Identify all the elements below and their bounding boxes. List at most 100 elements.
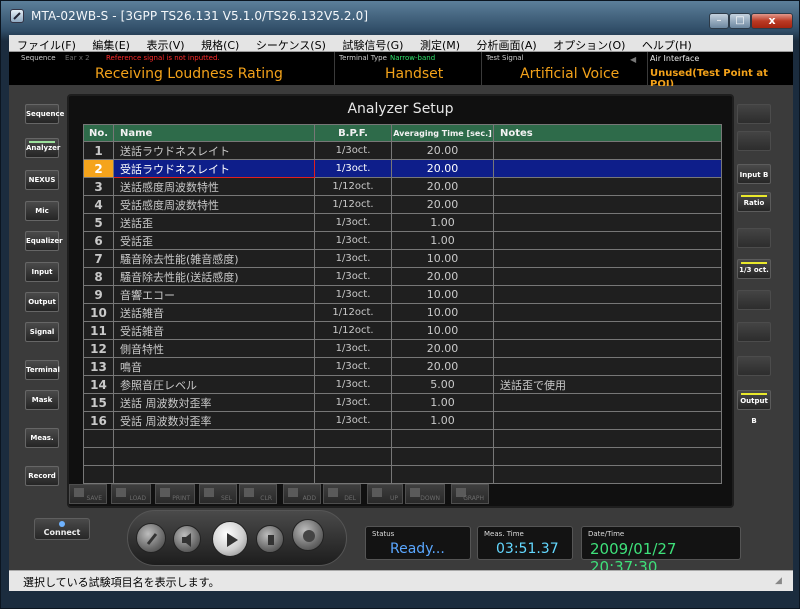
table-row[interactable]: 2 受話ラウドネスレイト 1/3oct. 20.00 (83, 159, 722, 178)
row-notes[interactable] (493, 357, 722, 376)
menu-options[interactable]: オプション(O) (545, 35, 630, 53)
octave-button[interactable]: 1/3 oct. (737, 259, 771, 279)
empty-cell[interactable] (83, 447, 114, 466)
table-row[interactable] (83, 465, 722, 484)
print-button[interactable]: PRINT (155, 484, 195, 504)
table-row[interactable]: 13 鳴音 1/3oct. 20.00 (83, 357, 722, 376)
input-button[interactable]: Input (25, 262, 59, 282)
row-name[interactable]: 参照音圧レベル (113, 375, 315, 394)
empty-cell[interactable] (391, 429, 494, 448)
mic-button[interactable]: Mic (25, 201, 59, 221)
row-number[interactable]: 2 (83, 159, 114, 178)
row-name[interactable]: 送話感度周波数特性 (113, 177, 315, 196)
row-bpf[interactable]: 1/3oct. (314, 159, 392, 178)
row-avg-time[interactable]: 20.00 (391, 141, 494, 160)
row-name[interactable]: 受話雑音 (113, 321, 315, 340)
play-button[interactable] (212, 521, 248, 557)
empty-cell[interactable] (493, 429, 722, 448)
row-notes[interactable] (493, 285, 722, 304)
table-row[interactable]: 6 受話歪 1/3oct. 1.00 (83, 231, 722, 250)
empty-cell[interactable] (113, 447, 315, 466)
row-notes[interactable] (493, 267, 722, 286)
row-number[interactable]: 16 (83, 411, 114, 430)
empty-cell[interactable] (391, 465, 494, 484)
empty-cell[interactable] (83, 429, 114, 448)
row-name[interactable]: 受話感度周波数特性 (113, 195, 315, 214)
row-name[interactable]: 受話ラウドネスレイト (113, 159, 315, 178)
record-transport-button[interactable] (292, 519, 324, 551)
input-b-button[interactable]: Input B (737, 164, 771, 184)
mic-toggle-button[interactable] (136, 523, 166, 553)
menu-view[interactable]: 表示(V) (138, 35, 189, 53)
row-avg-time[interactable]: 20.00 (391, 195, 494, 214)
row-bpf[interactable]: 1/3oct. (314, 267, 392, 286)
row-bpf[interactable]: 1/12oct. (314, 303, 392, 322)
empty-cell[interactable] (314, 447, 392, 466)
equalizer-button[interactable]: Equalizer (25, 231, 63, 251)
row-number[interactable]: 1 (83, 141, 114, 160)
title-bar[interactable]: MTA-02WB-S - [3GPP TS26.131 V5.1.0/TS26.… (1, 1, 800, 31)
signal-button[interactable]: Signal (25, 322, 59, 342)
table-row[interactable]: 5 送話歪 1/3oct. 1.00 (83, 213, 722, 232)
row-bpf[interactable]: 1/3oct. (314, 411, 392, 430)
empty-cell[interactable] (113, 465, 315, 484)
row-notes[interactable] (493, 159, 722, 178)
table-row[interactable]: 4 受話感度周波数特性 1/12oct. 20.00 (83, 195, 722, 214)
row-bpf[interactable]: 1/3oct. (314, 393, 392, 412)
row-number[interactable]: 3 (83, 177, 114, 196)
load-button[interactable]: LOAD (111, 484, 151, 504)
row-name[interactable]: 音響エコー (113, 285, 315, 304)
minimize-button[interactable]: – (709, 13, 729, 29)
menu-edit[interactable]: 編集(E) (84, 35, 135, 53)
row-number[interactable]: 7 (83, 249, 114, 268)
row-bpf[interactable]: 1/3oct. (314, 213, 392, 232)
row-number[interactable]: 10 (83, 303, 114, 322)
row-notes[interactable] (493, 141, 722, 160)
row-avg-time[interactable]: 20.00 (391, 339, 494, 358)
row-bpf[interactable]: 1/3oct. (314, 357, 392, 376)
row-avg-time[interactable]: 20.00 (391, 267, 494, 286)
col-notes[interactable]: Notes (493, 124, 722, 142)
table-row[interactable]: 11 受話雑音 1/12oct. 10.00 (83, 321, 722, 340)
row-number[interactable]: 9 (83, 285, 114, 304)
row-avg-time[interactable]: 1.00 (391, 231, 494, 250)
empty-cell[interactable] (314, 429, 392, 448)
col-no[interactable]: No. (83, 124, 114, 142)
table-row[interactable]: 16 受話 周波数対歪率 1/3oct. 1.00 (83, 411, 722, 430)
mask-button[interactable]: Mask (25, 390, 59, 410)
col-bpf[interactable]: B.P.F. (314, 124, 392, 142)
save-button[interactable]: SAVE (69, 484, 107, 504)
row-notes[interactable] (493, 411, 722, 430)
close-button[interactable]: x (751, 13, 793, 29)
row-avg-time[interactable]: 10.00 (391, 321, 494, 340)
row-notes[interactable] (493, 231, 722, 250)
row-avg-time[interactable]: 5.00 (391, 375, 494, 394)
row-bpf[interactable]: 1/3oct. (314, 249, 392, 268)
row-avg-time[interactable]: 10.00 (391, 303, 494, 322)
row-bpf[interactable]: 1/3oct. (314, 375, 392, 394)
sel-button[interactable]: SEL (199, 484, 237, 504)
row-avg-time[interactable]: 20.00 (391, 177, 494, 196)
table-row[interactable]: 9 音響エコー 1/3oct. 10.00 (83, 285, 722, 304)
row-name[interactable]: 騒音除去性能(送話感度) (113, 267, 315, 286)
table-row[interactable]: 14 参照音圧レベル 1/3oct. 5.00 送話歪で使用 (83, 375, 722, 394)
row-notes[interactable] (493, 195, 722, 214)
output-button[interactable]: Output (25, 292, 59, 312)
menu-analysis[interactable]: 分析画面(A) (469, 35, 542, 53)
row-bpf[interactable]: 1/3oct. (314, 285, 392, 304)
empty-cell[interactable] (493, 465, 722, 484)
menu-sequence[interactable]: シーケンス(S) (248, 35, 331, 53)
row-name[interactable]: 送話ラウドネスレイト (113, 141, 315, 160)
row-bpf[interactable]: 1/3oct. (314, 141, 392, 160)
row-name[interactable]: 送話歪 (113, 213, 315, 232)
row-name[interactable]: 送話雑音 (113, 303, 315, 322)
table-row[interactable] (83, 447, 722, 466)
row-bpf[interactable]: 1/3oct. (314, 339, 392, 358)
row-number[interactable]: 13 (83, 357, 114, 376)
graph-button[interactable]: GRAPH (451, 484, 489, 504)
row-number[interactable]: 8 (83, 267, 114, 286)
row-name[interactable]: 鳴音 (113, 357, 315, 376)
row-bpf[interactable]: 1/3oct. (314, 231, 392, 250)
row-number[interactable]: 5 (83, 213, 114, 232)
row-avg-time[interactable]: 1.00 (391, 393, 494, 412)
